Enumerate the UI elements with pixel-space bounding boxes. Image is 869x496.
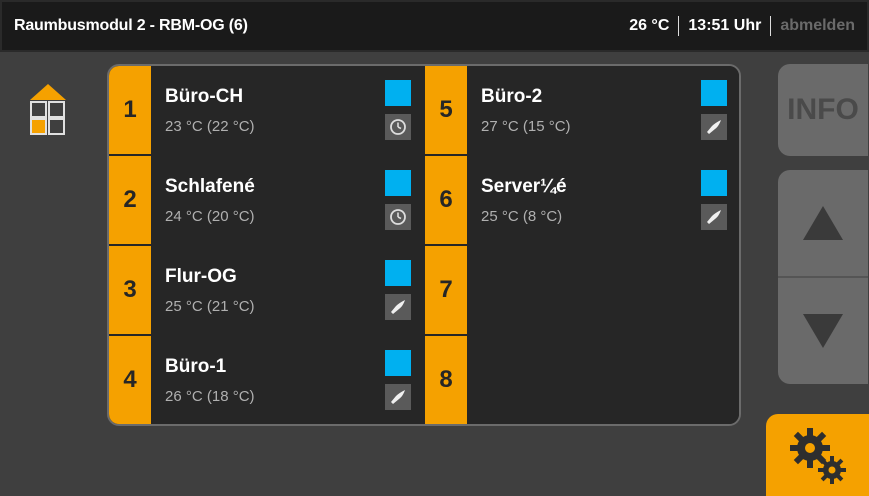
room-details: Büro-2 27 °C (15 °C) [467,66,739,154]
status-indicator [385,260,411,286]
status-indicator [385,80,411,106]
room-tile[interactable]: 1 Büro-CH 23 °C (22 °C) [109,66,423,154]
room-number: 5 [425,66,467,154]
separator [678,16,680,36]
room-details: Server¼é 25 °C (8 °C) [467,156,739,244]
room-tile[interactable]: 7 [425,246,739,334]
hand-icon [701,204,727,230]
room-tile[interactable]: 8 [425,336,739,424]
room-details: Schlafené 24 °C (20 °C) [151,156,423,244]
clock-icon [385,204,411,230]
scroll-up-button[interactable] [778,170,868,276]
status-indicator [701,80,727,106]
scroll-down-button[interactable] [778,278,868,384]
top-bar: Raumbusmodul 2 - RBM-OG (6) 26 °C 13:51 … [0,0,869,52]
logout-link[interactable]: abmelden [780,17,855,35]
hand-icon [385,294,411,320]
room-details [467,336,739,424]
home-icon[interactable] [28,82,68,136]
arrow-up-icon [803,206,843,240]
outdoor-temperature: 26 °C [629,17,670,34]
arrow-down-icon [803,314,843,348]
info-button[interactable]: INFO [778,64,868,156]
settings-button[interactable] [766,414,869,496]
room-tile[interactable]: 2 Schlafené 24 °C (20 °C) [109,156,423,244]
status-indicator [385,350,411,376]
separator [770,16,772,36]
info-label: INFO [787,93,859,126]
room-details: Büro-1 26 °C (18 °C) [151,336,423,424]
room-number: 1 [109,66,151,154]
room-tile[interactable]: 3 Flur-OG 25 °C (21 °C) [109,246,423,334]
status-indicator [701,170,727,196]
room-number: 8 [425,336,467,424]
room-tile[interactable]: 6 Server¼é 25 °C (8 °C) [425,156,739,244]
hand-icon [385,384,411,410]
room-number: 3 [109,246,151,334]
gears-icon [789,428,846,484]
room-number: 4 [109,336,151,424]
room-tile[interactable]: 5 Büro-2 27 °C (15 °C) [425,66,739,154]
status-area: 26 °C 13:51 Uhr abmelden [629,16,855,36]
room-details: Flur-OG 25 °C (21 °C) [151,246,423,334]
room-details [467,246,739,334]
room-details: Büro-CH 23 °C (22 °C) [151,66,423,154]
page-title: Raumbusmodul 2 - RBM-OG (6) [14,17,248,34]
room-number: 2 [109,156,151,244]
room-number: 6 [425,156,467,244]
clock-icon [385,114,411,140]
room-number: 7 [425,246,467,334]
room-tile[interactable]: 4 Büro-1 26 °C (18 °C) [109,336,423,424]
scroll-buttons [778,170,868,384]
room-grid: 1 Büro-CH 23 °C (22 °C) 5 Büro-2 27 °C (15 °C… [107,64,741,426]
clock-time: 13:51 Uhr [688,17,762,34]
hand-icon [701,114,727,140]
status-indicator [385,170,411,196]
